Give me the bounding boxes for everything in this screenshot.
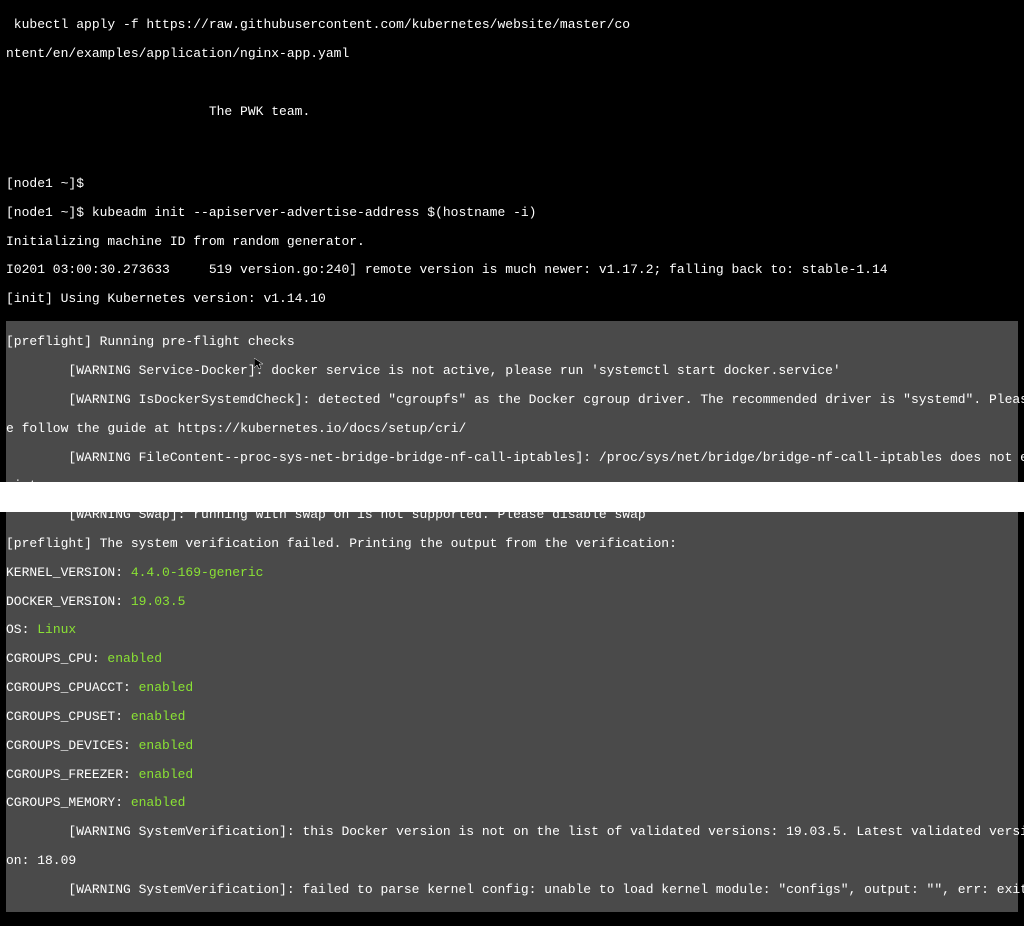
terminal-line: kubectl apply -f https://raw.githubuserc… — [6, 18, 1018, 32]
kv-line: OS: Linux — [6, 623, 1018, 637]
selected-region: [preflight] Running pre-flight checks [W… — [6, 321, 1018, 912]
kv-value: enabled — [139, 738, 194, 753]
kv-key: OS: — [6, 622, 37, 637]
kv-line: DOCKER_VERSION: 19.03.5 — [6, 595, 1018, 609]
kv-line: CGROUPS_FREEZER: enabled — [6, 768, 1018, 782]
terminal-line: ntent/en/examples/application/nginx-app.… — [6, 47, 1018, 61]
kv-key: DOCKER_VERSION: — [6, 594, 131, 609]
kv-line: CGROUPS_CPU: enabled — [6, 652, 1018, 666]
kv-key: CGROUPS_DEVICES: — [6, 738, 139, 753]
kv-value: 4.4.0-169-generic — [131, 565, 264, 580]
kv-key: CGROUPS_CPUACCT: — [6, 680, 139, 695]
terminal-line: The PWK team. — [6, 105, 1018, 119]
kv-value: enabled — [139, 680, 194, 695]
kv-key: CGROUPS_CPUSET: — [6, 709, 131, 724]
terminal-line: [preflight] The system verification fail… — [6, 537, 1018, 551]
kv-value: Linux — [37, 622, 76, 637]
kv-line: CGROUPS_DEVICES: enabled — [6, 739, 1018, 753]
kv-line: CGROUPS_CPUACCT: enabled — [6, 681, 1018, 695]
kv-value: 19.03.5 — [131, 594, 186, 609]
kv-value: enabled — [139, 767, 194, 782]
warning-line: [WARNING FileContent--proc-sys-net-bridg… — [6, 451, 1018, 465]
terminal-line: [init] Using Kubernetes version: v1.14.1… — [6, 292, 1018, 306]
terminal-line: Initializing machine ID from random gene… — [6, 235, 1018, 249]
kv-key: KERNEL_VERSION: — [6, 565, 131, 580]
kv-key: CGROUPS_FREEZER: — [6, 767, 139, 782]
warning-line: e follow the guide at https://kubernetes… — [6, 422, 1018, 436]
bottom-border — [0, 482, 1024, 512]
kv-key: CGROUPS_MEMORY: — [6, 795, 131, 810]
warning-line: on: 18.09 — [6, 854, 1018, 868]
terminal-line: I0201 03:00:30.273633 519 version.go:240… — [6, 263, 1018, 277]
command-line: [node1 ~]$ kubeadm init --apiserver-adve… — [6, 206, 1018, 220]
kv-line: CGROUPS_MEMORY: enabled — [6, 796, 1018, 810]
terminal[interactable]: kubectl apply -f https://raw.githubuserc… — [6, 4, 1018, 926]
warning-line: [WARNING SystemVerification]: this Docke… — [6, 825, 1018, 839]
kv-line: KERNEL_VERSION: 4.4.0-169-generic — [6, 566, 1018, 580]
kv-key: CGROUPS_CPU: — [6, 651, 107, 666]
kv-value: enabled — [131, 709, 186, 724]
kv-line: CGROUPS_CPUSET: enabled — [6, 710, 1018, 724]
warning-line: [WARNING Service-Docker]: docker service… — [6, 364, 1018, 378]
warning-line: [WARNING SystemVerification]: failed to … — [6, 883, 1018, 897]
warning-line: [WARNING IsDockerSystemdCheck]: detected… — [6, 393, 1018, 407]
prompt-line: [node1 ~]$ — [6, 177, 1018, 191]
kv-value: enabled — [131, 795, 186, 810]
kv-value: enabled — [107, 651, 162, 666]
terminal-line: [preflight] Running pre-flight checks — [6, 335, 1018, 349]
